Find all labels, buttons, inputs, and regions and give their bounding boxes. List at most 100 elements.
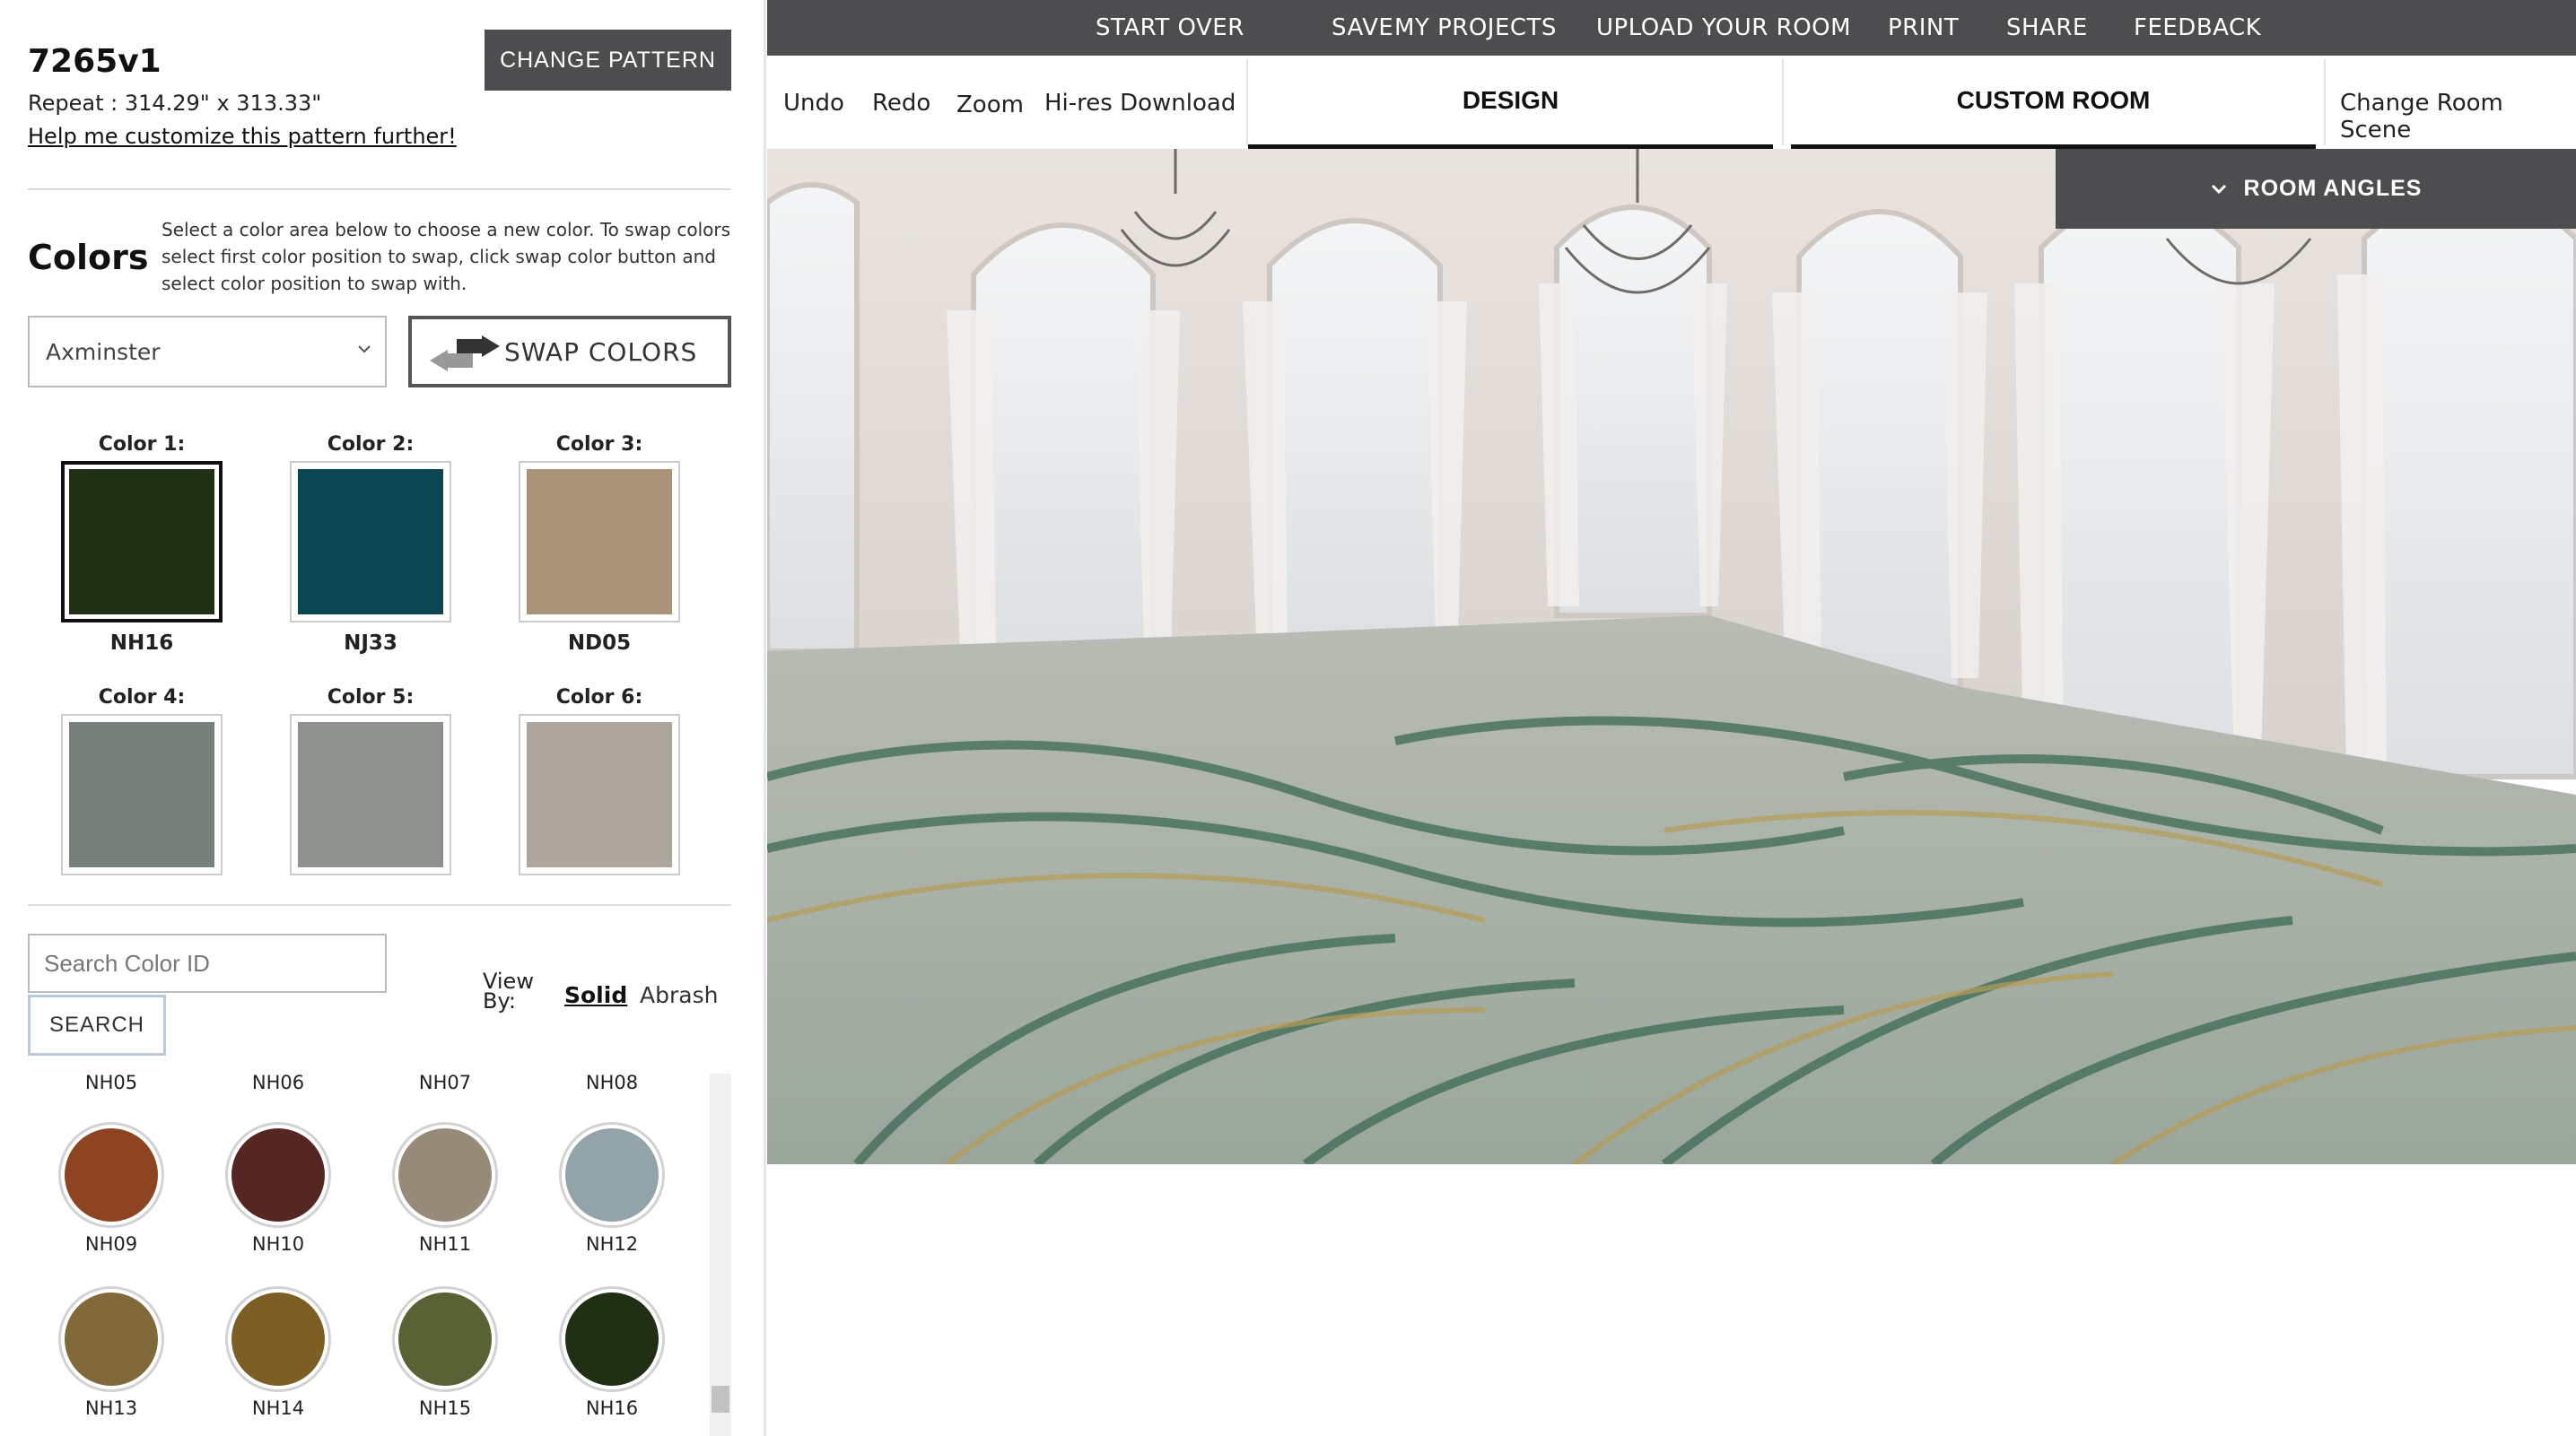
color-search-input[interactable] [28, 934, 387, 993]
palette-color[interactable]: NH10 [195, 1122, 362, 1255]
color-code: NJ33 [344, 631, 397, 655]
palette-swatch [392, 1286, 498, 1392]
color-position-label: Color 3: [555, 433, 643, 456]
palette-color[interactable]: NH13 [28, 1286, 195, 1419]
room-scene-render[interactable] [767, 149, 2576, 1164]
palette-dot [565, 1292, 659, 1386]
scrollbar-thumb[interactable] [712, 1386, 729, 1413]
customize-help-link[interactable]: Help me customize this pattern further! [28, 124, 457, 149]
palette-code: NH14 [251, 1397, 305, 1419]
palette-dot [398, 1292, 492, 1386]
palette-code: NH15 [418, 1397, 472, 1419]
palette-code: NH16 [585, 1397, 639, 1419]
palette-code: NH11 [418, 1233, 472, 1255]
palette-color[interactable]: NH15 [362, 1286, 528, 1419]
palette-swatch [58, 1122, 164, 1228]
view-abrash-toggle[interactable]: Abrash [640, 982, 718, 1008]
pattern-repeat: Repeat : 314.29" x 313.33" [28, 91, 322, 116]
colors-heading: Colors [28, 238, 149, 277]
color-swatch [527, 722, 672, 867]
color-position-label: Color 6: [555, 686, 643, 709]
palette-dot [65, 1128, 158, 1222]
chevron-down-icon [2211, 184, 2226, 194]
colors-help-text: Select a color area below to choose a ne… [162, 219, 731, 294]
color-swatch-frame [61, 714, 223, 875]
color-position-1[interactable]: Color 1: NH16 [61, 429, 223, 655]
color-palette: NH05 NH06 NH07 NH08 NH09 NH10 NH11 NH12 … [28, 1072, 710, 1436]
pattern-panel: 7265v1 Repeat : 314.29" x 313.33" Help m… [0, 0, 766, 1436]
palette-dot [65, 1292, 158, 1386]
palette-swatch [225, 1122, 331, 1228]
zoom-button[interactable]: Zoom [956, 91, 1024, 118]
tab-custom-room[interactable]: CUSTOM ROOM [1791, 56, 2316, 149]
color-swatch [298, 722, 443, 867]
color-swatch-frame [290, 461, 451, 622]
nav-feedback[interactable]: FEEDBACK [2134, 14, 2261, 41]
palette-code-top: NH05 [28, 1072, 195, 1093]
nav-save[interactable]: SAVE [1332, 14, 1393, 41]
palette-code-top: NH07 [362, 1072, 528, 1093]
color-swatch-frame [519, 461, 680, 622]
color-position-4[interactable]: Color 4: [61, 682, 223, 875]
change-room-scene-button[interactable]: Change Room Scene [2340, 90, 2576, 144]
palette-dot [398, 1128, 492, 1222]
palette-swatch [58, 1286, 164, 1392]
palette-code: NH09 [84, 1233, 138, 1255]
color-swatch [69, 469, 214, 614]
palette-color[interactable]: NH14 [195, 1286, 362, 1419]
color-position-5[interactable]: Color 5: [290, 682, 451, 875]
divider [28, 904, 731, 906]
chevron-down-icon [358, 345, 371, 353]
room-angles-label: ROOM ANGLES [2243, 176, 2423, 201]
palette-swatch [392, 1122, 498, 1228]
palette-code: NH07 [418, 1072, 472, 1093]
swap-colors-button[interactable]: SWAP COLORS [408, 316, 731, 387]
color-position-label: Color 5: [327, 686, 415, 709]
tab-design[interactable]: DESIGN [1248, 56, 1773, 149]
view-by-label: View By: [483, 969, 534, 1014]
search-button[interactable]: SEARCH [28, 995, 166, 1056]
color-position-label: Color 4: [98, 686, 186, 709]
palette-code: NH13 [84, 1397, 138, 1419]
palette-code: NH05 [84, 1072, 138, 1093]
redo-button[interactable]: Redo [872, 90, 930, 117]
palette-code-top: NH06 [195, 1072, 362, 1093]
palette-color[interactable]: NH11 [362, 1122, 528, 1255]
palette-dot [565, 1128, 659, 1222]
palette-scrollbar[interactable] [710, 1074, 731, 1436]
nav-upload-room[interactable]: UPLOAD YOUR ROOM [1596, 14, 1851, 41]
divider [28, 188, 731, 190]
color-swatch [527, 469, 672, 614]
color-position-2[interactable]: Color 2: NJ33 [290, 429, 451, 655]
ballroom-image [767, 149, 2576, 1164]
palette-code: NH10 [251, 1233, 305, 1255]
palette-code: NH08 [585, 1072, 639, 1093]
view-solid-toggle[interactable]: Solid [564, 982, 627, 1008]
canvas-background [767, 1164, 2576, 1436]
undo-button[interactable]: Undo [783, 90, 844, 117]
palette-dot [231, 1292, 325, 1386]
color-position-3[interactable]: Color 3: ND05 [519, 429, 680, 655]
palette-code-top: NH08 [528, 1072, 695, 1093]
hires-download-button[interactable]: Hi-res Download [1044, 90, 1236, 117]
change-pattern-button[interactable]: CHANGE PATTERN [485, 30, 731, 91]
swap-arrows-icon [430, 335, 500, 371]
nav-share[interactable]: SHARE [2006, 14, 2088, 41]
construction-select[interactable]: Axminster [28, 316, 387, 387]
nav-print[interactable]: PRINT [1888, 14, 1959, 41]
color-position-label: Color 1: [98, 433, 186, 456]
top-nav-bar: START OVER SAVE MY PROJECTS UPLOAD YOUR … [767, 0, 2576, 56]
palette-code: NH06 [251, 1072, 305, 1093]
nav-my-projects[interactable]: MY PROJECTS [1394, 14, 1557, 41]
construction-selected-value: Axminster [46, 338, 161, 365]
palette-code: NH12 [585, 1233, 639, 1255]
color-swatch [298, 469, 443, 614]
nav-start-over[interactable]: START OVER [1096, 14, 1244, 41]
pattern-id: 7265v1 [28, 43, 162, 80]
palette-color[interactable]: NH16 [528, 1286, 695, 1419]
palette-color[interactable]: NH09 [28, 1122, 195, 1255]
room-angles-dropdown[interactable]: ROOM ANGLES [2056, 149, 2576, 229]
palette-color[interactable]: NH12 [528, 1122, 695, 1255]
color-code: ND05 [567, 631, 632, 655]
color-position-6[interactable]: Color 6: [519, 682, 680, 875]
